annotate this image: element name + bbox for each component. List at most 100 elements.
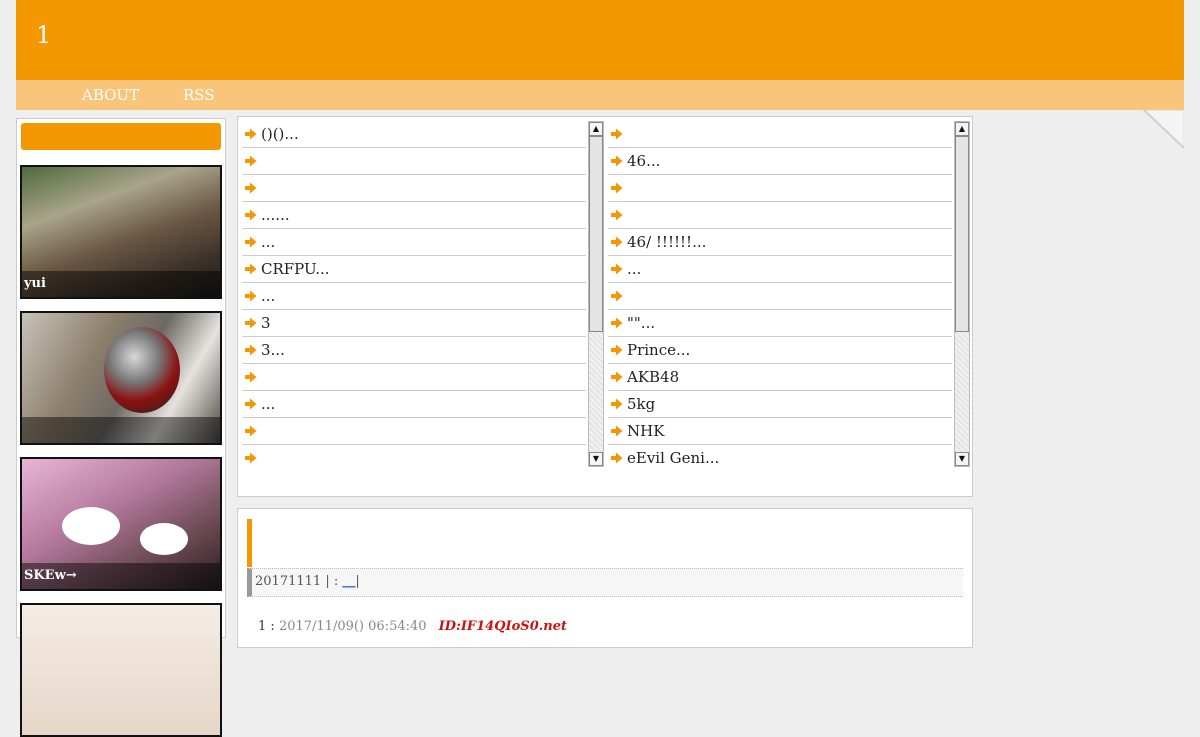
- list-item[interactable]: 5kg: [608, 391, 952, 418]
- site-header: 1: [16, 0, 1184, 80]
- list-item-label[interactable]: ...: [627, 260, 641, 278]
- arrow-right-icon: [611, 182, 623, 194]
- list-item[interactable]: [608, 202, 952, 229]
- list-item[interactable]: 3: [242, 310, 586, 337]
- arrow-right-icon: [611, 344, 623, 356]
- list-item[interactable]: ......: [242, 202, 586, 229]
- list-item[interactable]: eEvil Geni...: [608, 445, 952, 467]
- page-corner-peel: [1143, 110, 1184, 149]
- thumbnail-card[interactable]: yui: [20, 165, 222, 299]
- meta-separator: |: [325, 574, 330, 589]
- arrow-right-icon: [245, 263, 257, 275]
- comment-date: 2017/11/09() 06:54:40: [278, 619, 427, 634]
- arrow-right-icon: [245, 290, 257, 302]
- arrow-right-icon: [611, 317, 623, 329]
- list-item[interactable]: AKB48: [608, 364, 952, 391]
- list-item[interactable]: ...: [608, 256, 952, 283]
- arrow-right-icon: [611, 452, 623, 464]
- thumbnail-label[interactable]: yui: [22, 271, 220, 297]
- nav-bar: ABOUT RSS: [16, 80, 1184, 110]
- list-item[interactable]: [242, 175, 586, 202]
- thumbnail-label[interactable]: [22, 417, 220, 443]
- scroll-down-arrow-icon[interactable]: ▼: [955, 452, 969, 466]
- list-item[interactable]: ""...: [608, 310, 952, 337]
- list-item[interactable]: Prince...: [608, 337, 952, 364]
- arrow-right-icon: [611, 236, 623, 248]
- link-list-left: ()()............ CRFPU...... 3 3...... ▲ ▼: [242, 121, 604, 467]
- arrow-right-icon: [245, 452, 257, 464]
- list-item-label[interactable]: ...: [261, 233, 275, 251]
- scrollbar[interactable]: ▲ ▼: [954, 121, 970, 467]
- nav-rss-link[interactable]: RSS: [183, 86, 215, 104]
- scroll-up-arrow-icon[interactable]: ▲: [955, 122, 969, 136]
- list-item[interactable]: ...: [242, 283, 586, 310]
- plush-figure: [62, 507, 120, 545]
- post-meta: 20171111 | : __|: [247, 568, 963, 597]
- scroll-thumb[interactable]: [589, 136, 603, 332]
- list-item[interactable]: [608, 121, 952, 148]
- list-item-label[interactable]: ()()...: [261, 125, 299, 143]
- arrow-right-icon: [611, 263, 623, 275]
- list-item-label[interactable]: ...: [261, 287, 275, 305]
- arrow-right-icon: [245, 155, 257, 167]
- comment-line: 1 : 2017/11/09() 06:54:40 ID:IF14QIoS0.n…: [258, 619, 567, 634]
- list-item[interactable]: ...: [242, 229, 586, 256]
- arrow-right-icon: [245, 425, 257, 437]
- list-item[interactable]: 46/ !!!!!!...: [608, 229, 952, 256]
- list-item[interactable]: [242, 445, 586, 467]
- list-item-label[interactable]: ......: [261, 206, 290, 224]
- scroll-thumb[interactable]: [955, 136, 969, 332]
- arrow-right-icon: [611, 425, 623, 437]
- list-item-label[interactable]: ...: [261, 395, 275, 413]
- list-item[interactable]: [242, 418, 586, 445]
- list-item-label[interactable]: eEvil Geni...: [627, 449, 719, 467]
- plush-figure: [140, 523, 188, 555]
- category-link[interactable]: __: [342, 574, 355, 589]
- list-item-label[interactable]: 3: [261, 314, 271, 332]
- list-item-label[interactable]: ""...: [627, 314, 655, 332]
- post-title-marker: [247, 519, 252, 567]
- list-item[interactable]: 46...: [608, 148, 952, 175]
- arrow-right-icon: [611, 290, 623, 302]
- list-item-label[interactable]: AKB48: [627, 368, 679, 386]
- link-list-items[interactable]: 46... 46/ !!!!!!...... ""... Prince... AKB48…: [608, 121, 952, 467]
- list-item-label[interactable]: Prince...: [627, 341, 690, 359]
- thumbnail-card[interactable]: [20, 603, 222, 737]
- arrow-right-icon: [611, 371, 623, 383]
- list-item[interactable]: CRFPU...: [242, 256, 586, 283]
- meta-separator: |: [355, 574, 360, 589]
- arrow-right-icon: [245, 128, 257, 140]
- list-item[interactable]: NHK: [608, 418, 952, 445]
- list-item[interactable]: [608, 175, 952, 202]
- list-item[interactable]: 3...: [242, 337, 586, 364]
- list-item-label[interactable]: 3...: [261, 341, 285, 359]
- scroll-up-arrow-icon[interactable]: ▲: [589, 122, 603, 136]
- thumbnail-card[interactable]: [20, 311, 222, 445]
- post-article: 20171111 | : __| 1 : 2017/11/09() 06:54:…: [237, 508, 973, 648]
- scroll-down-arrow-icon[interactable]: ▼: [589, 452, 603, 466]
- arrow-right-icon: [611, 398, 623, 410]
- list-item[interactable]: [242, 148, 586, 175]
- arrow-right-icon: [245, 209, 257, 221]
- list-item[interactable]: ()()...: [242, 121, 586, 148]
- list-item[interactable]: [608, 283, 952, 310]
- thumbnail-image[interactable]: [22, 605, 220, 735]
- arrow-right-icon: [245, 236, 257, 248]
- list-item-label[interactable]: 46/ !!!!!!...: [627, 233, 706, 251]
- list-item[interactable]: ...: [242, 391, 586, 418]
- site-title[interactable]: 1: [36, 20, 51, 50]
- arrow-right-icon: [611, 128, 623, 140]
- link-list-items[interactable]: ()()............ CRFPU...... 3 3......: [242, 121, 586, 467]
- list-item[interactable]: [242, 364, 586, 391]
- arrow-right-icon: [611, 155, 623, 167]
- thumbnail-card[interactable]: SKEw→: [20, 457, 222, 591]
- arrow-right-icon: [611, 209, 623, 221]
- list-item-label[interactable]: CRFPU...: [261, 260, 330, 278]
- scrollbar[interactable]: ▲ ▼: [588, 121, 604, 467]
- link-lists-panel: ()()............ CRFPU...... 3 3...... ▲ ▼ …: [237, 116, 973, 497]
- list-item-label[interactable]: 46...: [627, 152, 660, 170]
- list-item-label[interactable]: 5kg: [627, 395, 655, 413]
- thumbnail-label[interactable]: SKEw→: [22, 563, 220, 589]
- list-item-label[interactable]: NHK: [627, 422, 664, 440]
- nav-about-link[interactable]: ABOUT: [82, 86, 139, 104]
